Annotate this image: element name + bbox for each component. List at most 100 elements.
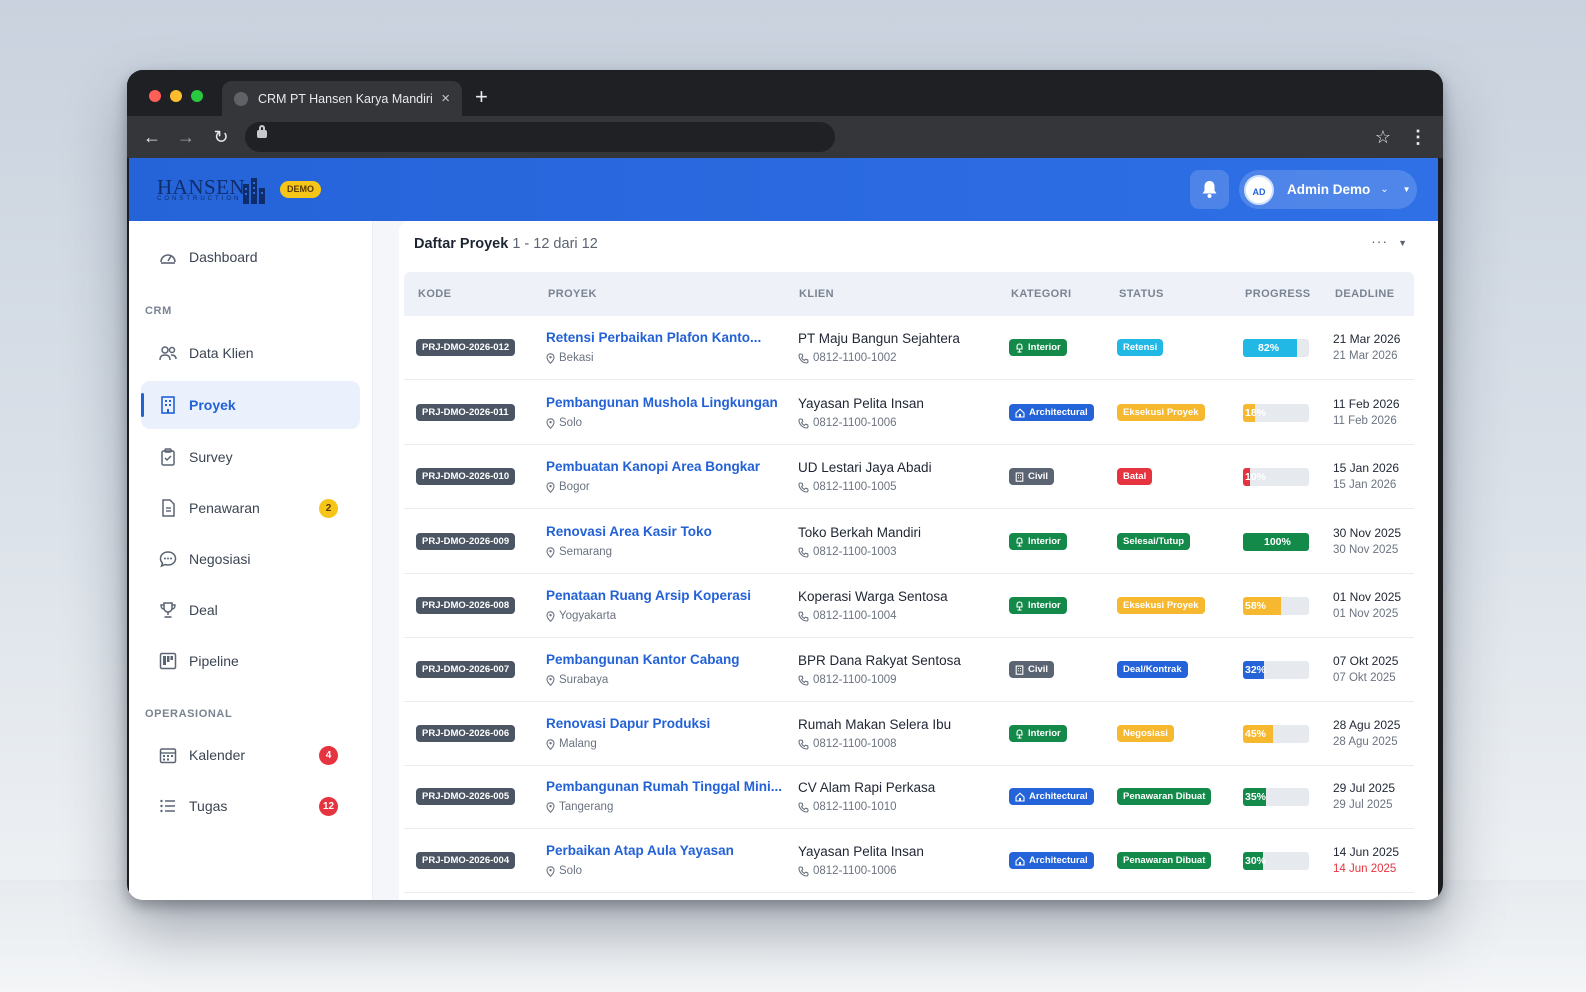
- sidebar-item-penawaran[interactable]: Penawaran 2: [141, 484, 360, 532]
- project-name-link[interactable]: Pembangunan Mushola Lingkungan: [546, 395, 786, 410]
- browser-menu-icon[interactable]: ⋮: [1409, 124, 1427, 150]
- back-arrow-icon[interactable]: ←: [139, 124, 165, 150]
- column-header-deadline[interactable]: DEADLINE: [1335, 288, 1394, 300]
- column-header-proyek[interactable]: PROYEK: [548, 288, 597, 300]
- table-row[interactable]: PRJ-DMO-2026-007 Pembangunan Kantor Caban…: [404, 638, 1414, 702]
- client-phone: 0812-1100-1003: [798, 546, 897, 558]
- forward-arrow-icon[interactable]: →: [173, 124, 199, 150]
- project-code-badge: PRJ-DMO-2026-007: [416, 661, 516, 678]
- table-row[interactable]: PRJ-DMO-2026-005 Pembangunan Rumah Tingga…: [404, 765, 1414, 829]
- client-phone-text: 0812-1100-1009: [813, 674, 897, 686]
- category-label: Civil: [1028, 471, 1049, 482]
- client-phone-text: 0812-1100-1010: [813, 801, 897, 813]
- sidebar-item-deal[interactable]: Deal: [141, 586, 360, 634]
- client-name: UD Lestari Jaya Abadi: [798, 460, 932, 475]
- clipboard-icon: [159, 448, 177, 466]
- project-name-link[interactable]: Perbaikan Atap Aula Yayasan: [546, 843, 786, 858]
- building-logo-icon: [243, 178, 265, 204]
- table-row[interactable]: PRJ-DMO-2026-009 Renovasi Area Kasir Toko…: [404, 510, 1414, 574]
- project-location-text: Yogyakarta: [559, 610, 617, 622]
- user-name: Admin Demo: [1287, 182, 1371, 197]
- client-phone-text: 0812-1100-1002: [813, 352, 897, 364]
- sidebar-item-negosiasi[interactable]: Negosiasi: [141, 535, 360, 583]
- table-row[interactable]: PRJ-DMO-2026-004 Perbaikan Atap Aula Yaya…: [404, 829, 1414, 893]
- bookmark-star-icon[interactable]: ☆: [1375, 124, 1391, 150]
- project-name-link[interactable]: Pembuatan Kanopi Area Bongkar: [546, 459, 786, 474]
- phone-icon: [798, 481, 809, 493]
- page-title: Daftar Proyek 1 - 12 dari 12: [414, 236, 598, 252]
- category-icon: [1015, 664, 1024, 675]
- sidebar-item-dashboard[interactable]: Dashboard: [141, 233, 360, 281]
- window-minimize-dot[interactable]: [170, 90, 182, 102]
- table-row[interactable]: PRJ-DMO-2026-006 Renovasi Dapur Produksi M…: [404, 702, 1414, 766]
- column-header-status[interactable]: STATUS: [1119, 288, 1164, 300]
- project-name-link[interactable]: Pembangunan Kantor Cabang: [546, 652, 786, 667]
- column-header-kategori[interactable]: KATEGORI: [1011, 288, 1071, 300]
- hansen-logo[interactable]: HANSEN CONSTRUCTION: [157, 176, 267, 206]
- window-maximize-dot[interactable]: [191, 90, 203, 102]
- project-name-link[interactable]: Renovasi Dapur Produksi: [546, 716, 786, 731]
- deadline-sub-date: 01 Nov 2025: [1333, 608, 1399, 620]
- category-badge: Interior: [1009, 533, 1067, 550]
- client-name: PT Maju Bangun Sejahtera: [798, 331, 960, 346]
- bell-icon: [1202, 181, 1217, 198]
- caret-down-icon: ▼: [1402, 185, 1411, 194]
- sidebar-item-label: Proyek: [189, 397, 236, 413]
- notification-button[interactable]: [1190, 170, 1229, 209]
- project-name-link[interactable]: Penataan Ruang Arsip Koperasi: [546, 588, 786, 603]
- project-location: Bekasi: [546, 352, 594, 364]
- tab-close-icon[interactable]: ×: [441, 90, 450, 107]
- chat-bubble-icon: [159, 550, 177, 568]
- column-header-progress[interactable]: PROGRESS: [1245, 288, 1311, 300]
- category-label: Interior: [1028, 600, 1061, 611]
- project-name-link[interactable]: Renovasi Area Kasir Toko: [546, 524, 786, 539]
- sidebar-item-pipeline[interactable]: Pipeline: [141, 637, 360, 685]
- tugas-count-badge: 12: [319, 796, 338, 816]
- client-phone: 0812-1100-1006: [798, 865, 897, 877]
- document-icon: [159, 499, 177, 517]
- column-header-kode[interactable]: KODE: [418, 288, 451, 300]
- project-name-link[interactable]: Retensi Perbaikan Plafon Kanto...: [546, 330, 786, 345]
- category-badge: Architectural: [1009, 788, 1094, 805]
- deadline-sub-date: 21 Mar 2026: [1333, 350, 1398, 362]
- deadline-sub-date: 11 Feb 2026: [1333, 415, 1397, 427]
- sidebar-item-label: Data Klien: [189, 345, 254, 361]
- sidebar-item-label: Survey: [189, 449, 233, 465]
- sidebar-item-proyek[interactable]: Proyek: [141, 381, 360, 429]
- column-header-klien[interactable]: KLIEN: [799, 288, 834, 300]
- category-icon: [1015, 342, 1024, 353]
- reload-icon[interactable]: ↻: [208, 124, 234, 150]
- sidebar-item-label: Penawaran: [189, 500, 260, 516]
- category-icon: [1015, 407, 1025, 418]
- client-name: Yayasan Pelita Insan: [798, 844, 924, 859]
- browser-tab[interactable]: CRM PT Hansen Karya Mandiri ×: [222, 81, 462, 116]
- penawaran-count-badge: 2: [319, 498, 338, 518]
- page-range-text: 1 - 12 dari 12: [512, 236, 598, 252]
- category-label: Interior: [1028, 536, 1061, 547]
- table-row[interactable]: PRJ-DMO-2026-012 Retensi Perbaikan Plafon…: [404, 316, 1414, 380]
- deadline-date: 11 Feb 2026: [1333, 397, 1400, 411]
- project-name-link[interactable]: Pembangunan Rumah Tinggal Mini...: [546, 779, 786, 794]
- table-row[interactable]: PRJ-DMO-2026-011 Pembangunan Mushola Ling…: [404, 381, 1414, 445]
- address-bar[interactable]: [245, 122, 835, 152]
- project-code-badge: PRJ-DMO-2026-011: [416, 404, 515, 421]
- table-row[interactable]: PRJ-DMO-2026-008 Penataan Ruang Arsip Kop…: [404, 574, 1414, 638]
- deadline-date: 14 Jun 2025: [1333, 845, 1400, 859]
- sidebar-item-kalender[interactable]: Kalender 4: [141, 731, 360, 779]
- status-badge: Deal/Kontrak: [1117, 661, 1188, 678]
- new-tab-icon[interactable]: +: [475, 84, 488, 110]
- crm-app: HANSEN CONSTRUCTION DEMO AD Admin Demo ⌄…: [129, 158, 1438, 900]
- map-pin-icon: [546, 417, 555, 429]
- sidebar-item-survey[interactable]: Survey: [141, 433, 360, 481]
- sidebar-item-tugas[interactable]: Tugas 12: [141, 782, 360, 830]
- user-menu[interactable]: AD Admin Demo ⌄ ▼: [1239, 170, 1417, 209]
- window-close-dot[interactable]: [149, 90, 161, 102]
- progress-label: 45%: [1245, 728, 1267, 740]
- project-location: Malang: [546, 738, 597, 750]
- table-row[interactable]: PRJ-DMO-2026-010 Pembuatan Kanopi Area Bo…: [404, 445, 1414, 509]
- sidebar-item-data-klien[interactable]: Data Klien: [141, 329, 360, 377]
- map-pin-icon: [546, 610, 555, 622]
- project-code-badge: PRJ-DMO-2026-012: [416, 339, 516, 356]
- panel-options-button[interactable]: ··· ▼: [1371, 233, 1408, 249]
- deadline-sub-date: 29 Jul 2025: [1333, 799, 1393, 811]
